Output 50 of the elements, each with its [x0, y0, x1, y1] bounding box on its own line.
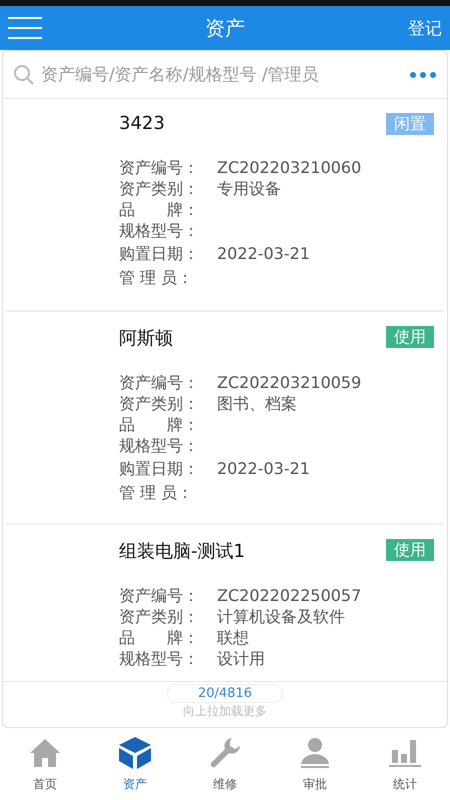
asset-name: 阿斯顿 [119, 327, 173, 350]
field-label: 管 理 员： [119, 267, 194, 288]
asset-name: 组装电脑-测试1 [119, 540, 245, 563]
field-value: 专用设备 [217, 178, 281, 199]
nav-tab[interactable]: 维修 [180, 728, 270, 800]
person-icon [298, 736, 332, 770]
asset-card[interactable]: 阿斯顿 使用 资产编号： ZC202203210059 资产类别： 图书、档案 品 牌： 规格型号： 购置日期： 2022-03-21 管 理 员： [6, 312, 444, 525]
field-value: 计算机设备及软件 [217, 606, 345, 627]
field-label: 资产类别： [119, 606, 200, 627]
more-icon[interactable] [409, 70, 437, 78]
field-label: 品 牌： [119, 199, 200, 220]
field-label: 规格型号： [119, 435, 200, 456]
field-value: 2022-03-21 [217, 458, 310, 479]
field-label: 品 牌： [119, 414, 200, 435]
page-title: 资产 [205, 14, 245, 42]
field-label: 管 理 员： [119, 482, 194, 503]
nav-tab[interactable]: 首页 [0, 728, 90, 800]
field-value: 2022-03-21 [217, 243, 310, 264]
item-count: 20/4816 [166, 684, 283, 703]
field-label: 资产类别： [119, 393, 200, 414]
field-value: 设计用 [217, 648, 265, 669]
status-tag: 闲置 [386, 113, 434, 135]
field-label: 品 牌： [119, 627, 200, 648]
asset-card[interactable]: 组装电脑-测试1 使用 资产编号： ZC202202250057 资产类别： 计算机设备及软件 品 牌： 联想 规格型号： 设计用 [6, 525, 444, 681]
field-label: 资产编号： [119, 585, 200, 606]
field-value: ZC202203210059 [217, 372, 362, 393]
status-tag: 使用 [386, 326, 434, 348]
field-value: 图书、档案 [217, 393, 297, 414]
nav-tab[interactable]: 统计 [360, 728, 450, 800]
wrench-icon [208, 736, 242, 770]
register-button[interactable]: 登记 [408, 16, 442, 40]
field-value: ZC202202250057 [217, 585, 362, 606]
cube-icon [118, 736, 152, 770]
field-label: 规格型号： [119, 648, 200, 669]
field-label: 资产类别： [119, 178, 200, 199]
asset-name: 3423 [119, 113, 165, 134]
nav-tab[interactable]: 资产 [90, 728, 180, 800]
status-tag: 使用 [386, 539, 434, 561]
field-label: 资产编号： [119, 372, 200, 393]
field-value: ZC202203210060 [217, 157, 362, 178]
load-more-hint: 向上拉加载更多 [183, 703, 267, 720]
field-label: 规格型号： [119, 220, 200, 241]
asset-card[interactable]: 3423 闲置 资产编号： ZC202203210060 资产类别： 专用设备 品 牌： 规格型号： 购置日期： 2022-03-21 管 理 员： [6, 99, 444, 312]
search-icon [13, 64, 35, 86]
menu-icon[interactable] [8, 16, 42, 40]
field-label: 资产编号： [119, 157, 200, 178]
nav-tab[interactable]: 审批 [270, 728, 360, 800]
field-label: 购置日期： [119, 243, 200, 264]
field-value: 联想 [217, 627, 249, 648]
field-label: 购置日期： [119, 458, 200, 479]
